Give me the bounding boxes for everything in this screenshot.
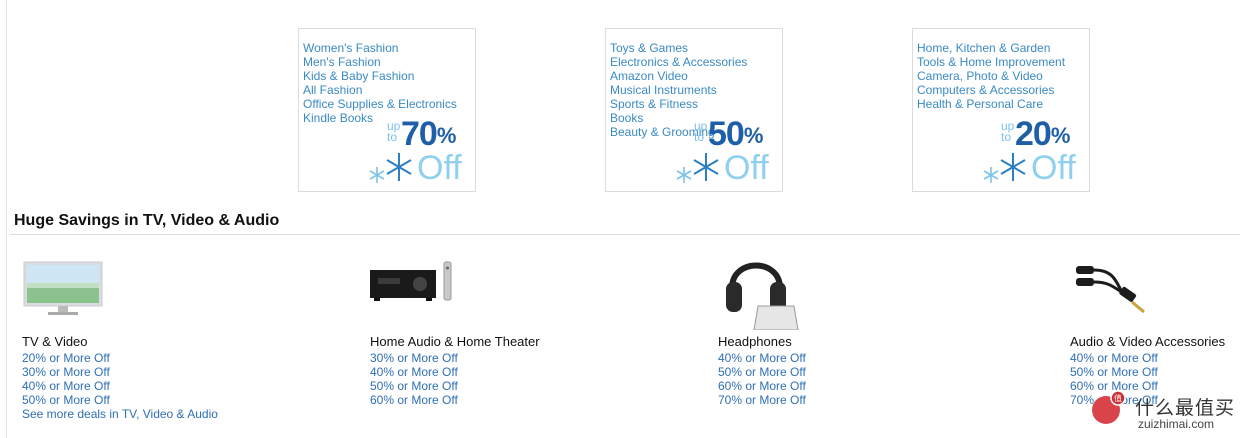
section-title: Huge Savings in TV, Video & Audio: [14, 212, 280, 229]
percent-value: 50: [708, 115, 745, 153]
promo-link[interactable]: Health & Personal Care: [917, 97, 1065, 111]
section-divider: [10, 234, 1240, 235]
percent-sign: %: [436, 123, 457, 148]
discount-percent: 50%: [708, 115, 764, 153]
deal-link[interactable]: 20% or More Off: [22, 351, 218, 365]
discount-percent: 70%: [401, 115, 457, 153]
promo-link[interactable]: Amazon Video: [610, 69, 747, 83]
off-label: Off: [724, 149, 769, 187]
deal-link[interactable]: 50% or More Off: [22, 393, 218, 407]
deal-link[interactable]: 40% or More Off: [1070, 351, 1158, 365]
up-to-label: up to: [387, 119, 401, 144]
promo-link[interactable]: Women's Fashion: [303, 41, 457, 55]
category-title[interactable]: Home Audio & Home Theater: [370, 334, 540, 349]
percent-sign: %: [743, 123, 764, 148]
watermark-url: zuizhimai.com: [1138, 417, 1215, 431]
left-border: [6, 0, 7, 438]
watermark-title: 什么最值买: [1135, 398, 1236, 419]
promo-link[interactable]: Electronics & Accessories: [610, 55, 747, 69]
percent-value: 70: [401, 115, 438, 153]
category-title[interactable]: Headphones: [718, 334, 792, 349]
promo-link[interactable]: Computers & Accessories: [917, 83, 1065, 97]
promo-link[interactable]: Tools & Home Improvement: [917, 55, 1065, 69]
av-receiver-icon[interactable]: [370, 248, 460, 330]
deal-link[interactable]: 70% or More Off: [718, 393, 806, 407]
snowflake-icon: [983, 153, 1026, 183]
up-to-label: up to: [694, 119, 708, 144]
see-more-deals-link[interactable]: See more deals in TV, Video & Audio: [22, 407, 218, 421]
up-to-label: up to: [1001, 119, 1015, 144]
category-title[interactable]: TV & Video: [22, 334, 88, 349]
snowflake-icon: [676, 153, 719, 183]
deal-link[interactable]: 40% or More Off: [22, 379, 218, 393]
deal-links: 40% or More Off 50% or More Off 60% or M…: [718, 351, 806, 407]
watermark-badge: 值: [1114, 393, 1122, 403]
promo-links: Women's Fashion Men's Fashion Kids & Bab…: [303, 41, 457, 125]
snowflake-icon: [369, 153, 412, 183]
deal-link[interactable]: 40% or More Off: [718, 351, 806, 365]
category-title[interactable]: Audio & Video Accessories: [1070, 334, 1225, 349]
promo-link[interactable]: Home, Kitchen & Garden: [917, 41, 1065, 55]
deal-link[interactable]: 50% or More Off: [718, 365, 806, 379]
off-label: Off: [1031, 149, 1076, 187]
promo-box-20[interactable]: Home, Kitchen & Garden Tools & Home Impr…: [912, 28, 1090, 192]
deal-link[interactable]: 60% or More Off: [370, 393, 458, 407]
watermark-logo-icon: 值: [1092, 390, 1126, 424]
percent-value: 20: [1015, 115, 1052, 153]
promo-link[interactable]: Office Supplies & Electronics: [303, 97, 457, 111]
deal-link[interactable]: 40% or More Off: [370, 365, 458, 379]
promo-link[interactable]: Musical Instruments: [610, 83, 747, 97]
promo-link[interactable]: Toys & Games: [610, 41, 747, 55]
audio-cable-icon[interactable]: [1070, 248, 1160, 330]
promo-box-70[interactable]: Women's Fashion Men's Fashion Kids & Bab…: [298, 28, 476, 192]
deal-link[interactable]: 60% or More Off: [718, 379, 806, 393]
deal-link[interactable]: 50% or More Off: [370, 379, 458, 393]
promo-link[interactable]: Sports & Fitness: [610, 97, 747, 111]
promo-links: Home, Kitchen & Garden Tools & Home Impr…: [917, 41, 1065, 111]
tv-icon[interactable]: [22, 248, 112, 330]
deal-link[interactable]: 30% or More Off: [22, 365, 218, 379]
promo-box-50[interactable]: Toys & Games Electronics & Accessories A…: [605, 28, 783, 192]
promo-link[interactable]: Kids & Baby Fashion: [303, 69, 457, 83]
percent-sign: %: [1050, 123, 1071, 148]
headphones-icon[interactable]: [718, 248, 808, 330]
promo-link[interactable]: Men's Fashion: [303, 55, 457, 69]
deal-links: 30% or More Off 40% or More Off 50% or M…: [370, 351, 458, 407]
deal-links: 20% or More Off 30% or More Off 40% or M…: [22, 351, 218, 421]
promo-link[interactable]: Camera, Photo & Video: [917, 69, 1065, 83]
promo-link[interactable]: All Fashion: [303, 83, 457, 97]
discount-percent: 20%: [1015, 115, 1071, 153]
off-label: Off: [417, 149, 462, 187]
deal-link[interactable]: 30% or More Off: [370, 351, 458, 365]
deal-link[interactable]: 50% or More Off: [1070, 365, 1158, 379]
